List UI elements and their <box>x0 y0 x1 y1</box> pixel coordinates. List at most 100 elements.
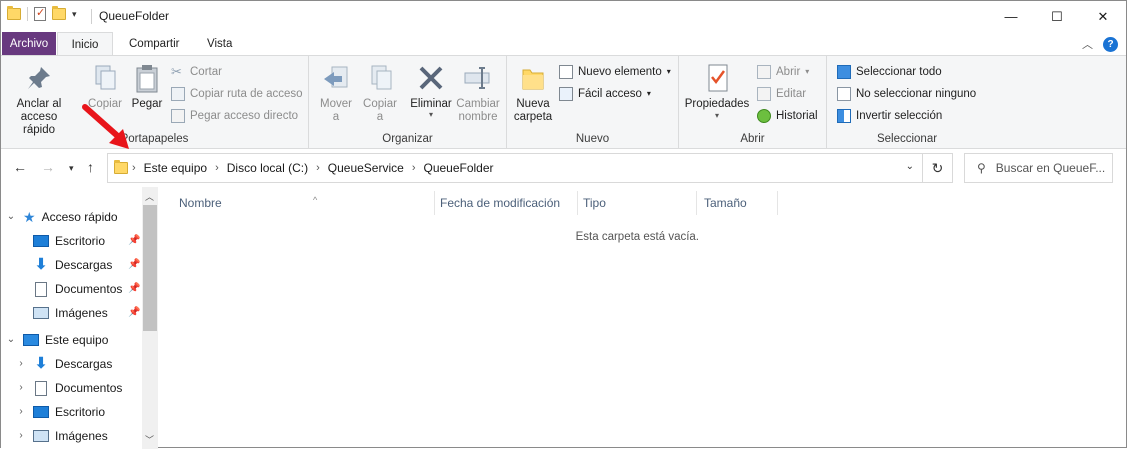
paste-shortcut-button[interactable]: Pegar acceso directo <box>171 106 298 126</box>
back-arrow-icon[interactable]: ← <box>13 159 27 175</box>
edit-button[interactable]: Editar <box>757 84 806 104</box>
breadcrumb-chevron-icon[interactable]: › <box>408 162 420 174</box>
new-item-button[interactable]: Nuevo elemento ▾ <box>559 62 671 82</box>
nav-quick-descargas[interactable]: ⬇ Descargas <box>33 254 113 276</box>
breadcrumb-chevron-icon[interactable]: › <box>128 162 140 174</box>
recent-locations-chevron-icon[interactable]: ▾ <box>69 163 74 174</box>
annotation-arrow-icon <box>82 104 129 149</box>
delete-button[interactable]: Eliminar ▾ <box>407 62 455 119</box>
breadcrumb-este-equipo[interactable]: Este equipo <box>140 161 211 175</box>
forward-arrow-icon[interactable]: → <box>41 159 55 175</box>
new-folder-icon[interactable] <box>52 6 66 20</box>
breadcrumb-queuefolder[interactable]: QueueFolder <box>419 161 497 175</box>
customize-toolbar-chevron-icon[interactable]: ▾ <box>72 9 77 20</box>
nav-quick-documentos[interactable]: Documentos <box>33 278 122 300</box>
quick-access-toolbar: ▾ <box>7 6 77 21</box>
column-header-fecha[interactable]: Fecha de modificación <box>434 191 578 215</box>
tab-inicio[interactable]: Inicio <box>57 32 113 56</box>
address-row: ← → ▾ ↑ › Este equipo › Disco local (C:)… <box>1 150 1126 186</box>
address-bar[interactable]: › Este equipo › Disco local (C:) › Queue… <box>107 153 923 183</box>
nav-label: Este equipo <box>45 333 109 347</box>
move-to-icon <box>320 62 352 94</box>
navigation-pane: ⌄ ★ Acceso rápido Escritorio 📌 ⬇ Descarg… <box>1 187 158 449</box>
minimize-button[interactable]: — <box>988 1 1034 32</box>
copy-to-icon <box>364 62 396 94</box>
nav-pc-imagenes[interactable]: › Imágenes <box>15 425 107 447</box>
scrollbar-thumb[interactable] <box>143 205 157 331</box>
nav-label: Descargas <box>55 357 113 371</box>
expand-chevron-icon[interactable]: ⌄ <box>5 206 17 228</box>
close-button[interactable]: ✕ <box>1080 1 1126 32</box>
properties-button[interactable]: Propiedades ▾ <box>683 62 751 121</box>
pin-icon[interactable]: 📌 <box>128 235 140 246</box>
properties-icon <box>701 62 733 94</box>
tab-vista[interactable]: Vista <box>196 32 243 56</box>
copy-to-label: Copiar a <box>363 98 397 123</box>
history-button[interactable]: Historial <box>757 106 818 126</box>
open-button[interactable]: Abrir ▾ <box>757 62 809 82</box>
document-icon <box>35 380 47 396</box>
address-dropdown-chevron-icon[interactable]: ⌄ <box>906 161 914 172</box>
nav-scrollbar[interactable]: ︿ ﹀ <box>142 187 158 449</box>
nav-quick-escritorio[interactable]: Escritorio <box>33 230 105 252</box>
breadcrumb-disco-local[interactable]: Disco local (C:) <box>223 161 312 175</box>
file-list[interactable]: Nombre ^ Fecha de modificación Tipo Tama… <box>159 187 1126 449</box>
properties-icon[interactable] <box>34 6 46 21</box>
column-header-tipo[interactable]: Tipo <box>577 191 697 215</box>
scroll-up-chevron-icon[interactable]: ︿ <box>145 190 154 203</box>
rename-icon <box>462 62 494 94</box>
up-arrow-icon[interactable]: ↑ <box>87 159 94 175</box>
copy-to-button[interactable]: Copiar a <box>359 62 401 124</box>
expand-chevron-icon[interactable]: › <box>15 425 27 447</box>
pin-icon[interactable]: 📌 <box>128 259 140 270</box>
toolbar-divider <box>27 7 28 21</box>
column-header-tamano[interactable]: Tamaño <box>698 191 778 215</box>
star-icon: ★ <box>23 209 36 225</box>
breadcrumb-queueservice[interactable]: QueueService <box>324 161 408 175</box>
breadcrumb-chevron-icon[interactable]: › <box>211 162 223 174</box>
nav-pc-documentos[interactable]: › Documentos <box>15 377 122 399</box>
pin-quick-access-button[interactable]: Anclar al acceso rápido <box>5 62 73 137</box>
column-header-nombre[interactable]: Nombre ^ <box>173 191 435 215</box>
search-input[interactable]: ⚲ Buscar en QueueF... <box>964 153 1113 183</box>
expand-chevron-icon[interactable]: ⌄ <box>5 329 17 351</box>
scroll-down-chevron-icon[interactable]: ﹀ <box>145 433 154 446</box>
pictures-icon <box>33 307 49 319</box>
nav-pc-escritorio[interactable]: › Escritorio <box>15 401 105 423</box>
open-chevron-icon: ▾ <box>805 67 810 76</box>
nav-este-equipo[interactable]: ⌄ Este equipo <box>5 329 109 351</box>
new-item-icon <box>559 65 573 79</box>
new-folder-button[interactable]: Nueva carpeta <box>511 62 555 124</box>
expand-chevron-icon[interactable]: › <box>15 353 27 375</box>
tab-compartir[interactable]: Compartir <box>118 32 190 56</box>
desktop-icon <box>33 406 49 418</box>
select-all-button[interactable]: Seleccionar todo <box>837 62 942 82</box>
nav-pc-descargas[interactable]: › ⬇ Descargas <box>15 353 112 375</box>
select-none-button[interactable]: No seleccionar ninguno <box>837 84 976 104</box>
group-label-portapapeles: Portapapeles <box>120 133 189 145</box>
invert-selection-button[interactable]: Invertir selección <box>837 106 942 126</box>
nav-quick-imagenes[interactable]: Imágenes <box>33 302 108 324</box>
pin-icon[interactable]: 📌 <box>128 283 140 294</box>
easy-access-button[interactable]: Fácil acceso ▾ <box>559 84 651 104</box>
expand-chevron-icon[interactable]: › <box>15 377 27 399</box>
nav-quick-access[interactable]: ⌄ ★ Acceso rápido <box>5 206 118 228</box>
search-placeholder: Buscar en QueueF... <box>995 161 1106 175</box>
pin-icon[interactable]: 📌 <box>128 307 140 318</box>
edit-label: Editar <box>776 88 807 100</box>
cut-button[interactable]: ✂ Cortar <box>171 62 222 82</box>
group-label-organizar: Organizar <box>382 133 433 145</box>
breadcrumb-chevron-icon[interactable]: › <box>312 162 324 174</box>
clipboard-icon <box>131 62 163 94</box>
rename-button[interactable]: Cambiar nombre <box>455 62 501 124</box>
maximize-button[interactable]: ☐ <box>1034 1 1080 32</box>
group-nuevo: Nueva carpeta Nuevo elemento ▾ Fácil acc… <box>507 56 679 148</box>
tab-archivo[interactable]: Archivo <box>2 32 56 56</box>
refresh-button[interactable]: ↻ <box>923 153 953 183</box>
move-to-button[interactable]: Mover a <box>315 62 357 124</box>
copy-path-button[interactable]: Copiar ruta de acceso <box>171 84 303 104</box>
collapse-ribbon-icon[interactable]: ︿ <box>1082 36 1093 52</box>
help-icon[interactable]: ? <box>1103 36 1118 52</box>
title-divider <box>91 9 92 24</box>
expand-chevron-icon[interactable]: › <box>15 401 27 423</box>
